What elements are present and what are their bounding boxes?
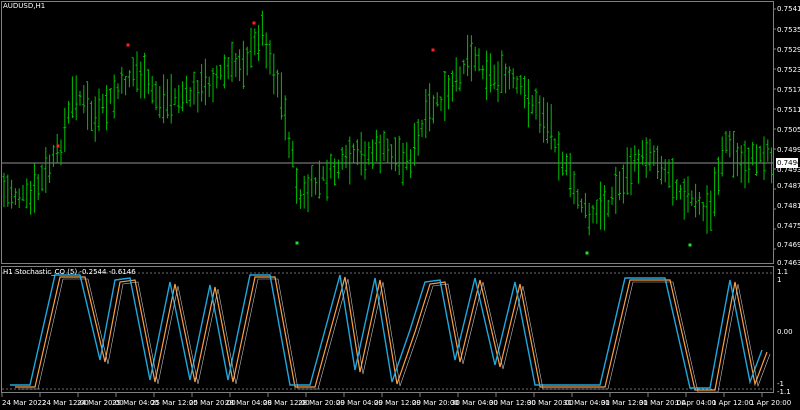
fractal-marker xyxy=(295,241,299,245)
price-label: 0.75175 xyxy=(777,86,800,94)
price-label: 0.75355 xyxy=(777,26,800,34)
price-label: 0.74635 xyxy=(777,259,800,267)
fractal-marker xyxy=(126,43,130,47)
fractal-marker xyxy=(252,21,256,25)
stoch-scale-label: 0.00 xyxy=(777,328,793,336)
stoch-scale-label: -1 xyxy=(777,380,784,388)
stoch-scale-label: 1.1 xyxy=(777,268,789,276)
price-label: 0.74995 xyxy=(777,146,800,154)
price-label: 0.74755 xyxy=(777,222,800,230)
fractal-marker xyxy=(56,144,60,148)
price-label: 0.75235 xyxy=(777,66,800,74)
fractal-marker xyxy=(688,243,692,247)
stoch-main-line xyxy=(10,274,763,389)
price-label: 0.74935 xyxy=(777,166,800,174)
fractal-marker xyxy=(585,251,589,255)
stoch-scale-label: 1 xyxy=(777,276,782,284)
price-label: 0.74695 xyxy=(777,241,800,249)
price-label: 0.75055 xyxy=(777,126,800,134)
fractal-marker xyxy=(431,48,435,52)
stochastic-lines xyxy=(10,274,771,393)
price-label: 0.75415 xyxy=(777,5,800,13)
price-label: 0.74875 xyxy=(777,182,800,190)
price-label: 0.75115 xyxy=(777,106,800,114)
price-label: 0.74815 xyxy=(777,202,800,210)
stoch-scale-label: -1.1 xyxy=(777,388,791,396)
time-label: 1 Apr 20:00 xyxy=(750,399,792,407)
time-label: 1 Apr 04:00 xyxy=(675,399,717,407)
indicator-title: H1 Stochastic_CO (5) -0.2544 -0.6146 xyxy=(3,268,136,276)
price-label: 0.75295 xyxy=(777,46,800,54)
time-label: 24 Mar 2022 xyxy=(2,399,47,407)
symbol-title: AUDUSD,H1 xyxy=(3,2,46,10)
fractal-markers xyxy=(56,21,692,255)
main-price-chart[interactable] xyxy=(0,0,800,410)
time-label: 1 Apr 12:00 xyxy=(712,399,754,407)
price-bars xyxy=(2,10,774,236)
axis-ticks xyxy=(1,8,776,397)
price-panel-border xyxy=(1,1,774,264)
